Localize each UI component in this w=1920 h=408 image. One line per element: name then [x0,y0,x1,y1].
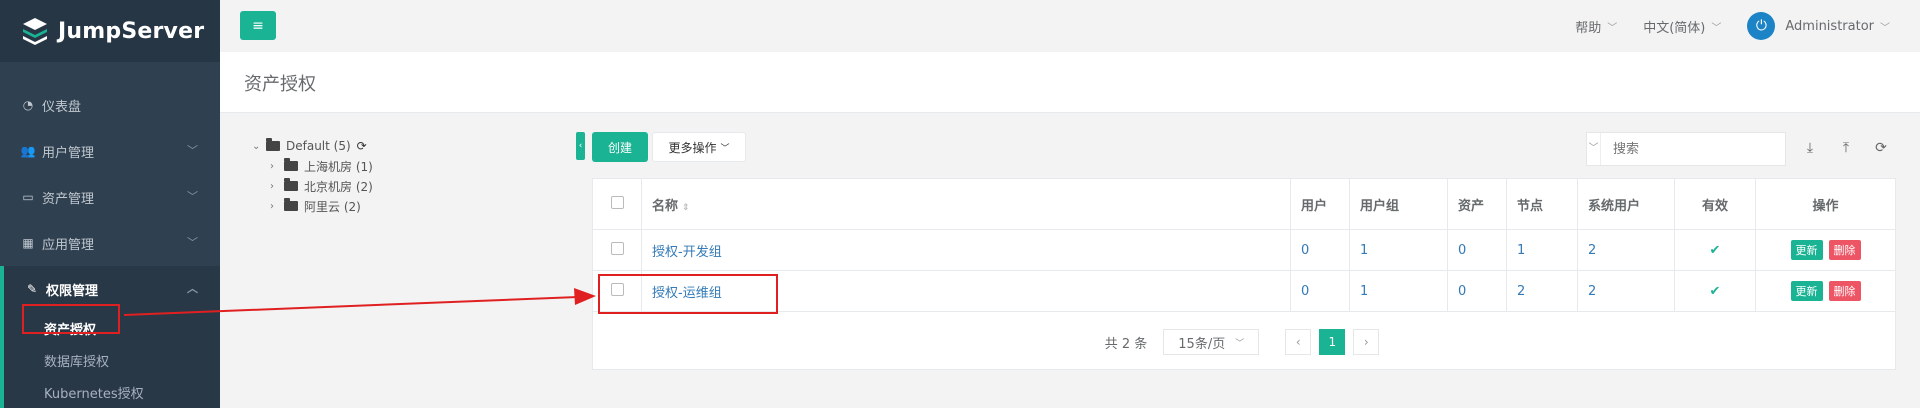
annotation-arrow [123,288,596,316]
